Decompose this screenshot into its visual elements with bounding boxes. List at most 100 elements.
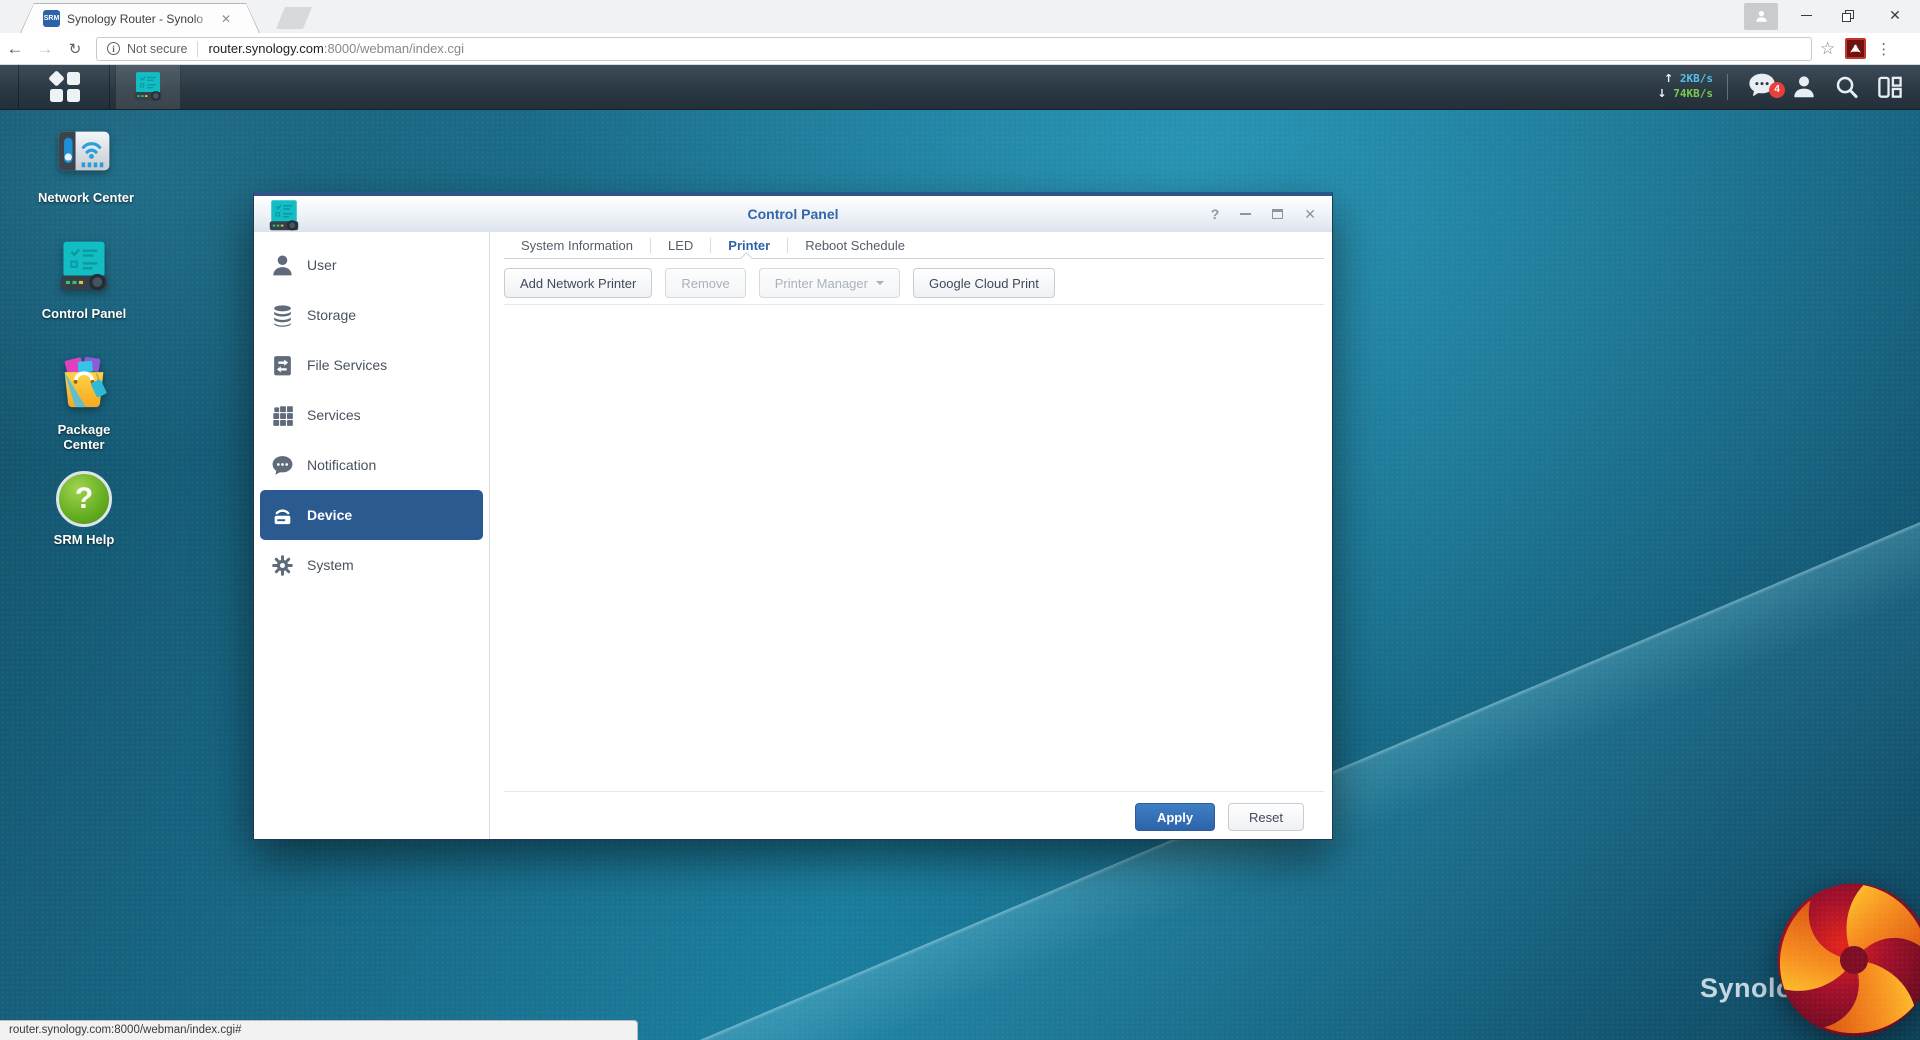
- tab-led[interactable]: LED: [651, 232, 710, 259]
- panel-tabs: System Information LED Printer Reboot Sc…: [504, 232, 922, 259]
- profile-person-icon: [1755, 10, 1767, 22]
- srm-taskbar: ↑ 2KB/s ↓ 74KB/s 4: [0, 65, 1920, 110]
- sidebar-item-label: Storage: [307, 307, 357, 323]
- srm-favicon: SRM: [43, 10, 60, 27]
- main-menu-button[interactable]: [20, 65, 110, 109]
- tab-underline: [504, 258, 1324, 259]
- sidebar-item-user[interactable]: User: [254, 240, 489, 290]
- browser-chrome: SRM Synology Router - Synolo ✕ ✕ ← → ↻ i…: [0, 0, 1920, 65]
- sidebar-item-label: System: [307, 557, 354, 573]
- sidebar-item-file-services[interactable]: File Services: [254, 340, 489, 390]
- notification-badge: 4: [1769, 81, 1785, 98]
- back-button[interactable]: ←: [0, 39, 30, 59]
- sidebar-item-label: User: [307, 257, 337, 273]
- desktop-icon-package-center[interactable]: Package Center: [38, 354, 130, 452]
- user-menu-button[interactable]: [1786, 65, 1822, 109]
- acrobat-glyph: [1850, 44, 1862, 53]
- synology-logo-ball: [1777, 883, 1920, 1037]
- window-title: Control Panel: [747, 206, 839, 222]
- sidebar-item-label: Services: [307, 407, 361, 423]
- upload-arrow-icon: ↑: [1664, 72, 1674, 85]
- browser-tab[interactable]: SRM Synology Router - Synolo ✕: [20, 3, 260, 33]
- control-panel-window: Control Panel ? ✕ User Storage File Serv…: [253, 192, 1333, 840]
- control-panel-icon: [61, 241, 107, 291]
- omnibox-divider: [197, 40, 199, 57]
- user-icon: [273, 254, 292, 275]
- printer-manager-label: Printer Manager: [774, 275, 868, 291]
- panel-help-button[interactable]: ?: [1211, 206, 1220, 222]
- printer-toolbar: Add Network Printer Remove Printer Manag…: [504, 268, 1055, 298]
- bookmark-star-icon[interactable]: ☆: [1820, 39, 1835, 59]
- tab-reboot-schedule[interactable]: Reboot Schedule: [788, 232, 922, 259]
- google-cloud-print-button[interactable]: Google Cloud Print: [912, 268, 1055, 298]
- remove-button: Remove: [665, 268, 746, 298]
- security-label: Not secure: [127, 41, 188, 56]
- panel-footer: Apply Reset: [1135, 803, 1304, 831]
- restore-icon: [1842, 9, 1854, 22]
- download-speed: 74KB/s: [1673, 87, 1713, 100]
- services-icon: [273, 405, 293, 426]
- upload-speed: 2KB/s: [1679, 72, 1713, 85]
- browser-toolbar: ← → ↻ i Not secure router.synology.com :…: [0, 33, 1920, 65]
- taskbar-edge-button[interactable]: [0, 65, 19, 109]
- refresh-button[interactable]: ↻: [60, 40, 90, 58]
- reset-button[interactable]: Reset: [1228, 803, 1304, 831]
- desktop-icon-network-center[interactable]: Network Center: [38, 122, 135, 205]
- network-center-icon: [58, 131, 110, 171]
- address-bar[interactable]: i Not secure router.synology.com :8000/w…: [96, 36, 1812, 61]
- taskbar-divider: [1727, 74, 1728, 100]
- system-gear-icon: [272, 554, 293, 576]
- sidebar-item-notification[interactable]: Notification: [254, 440, 489, 490]
- srm-desktop: ↑ 2KB/s ↓ 74KB/s 4 Network Center Contro…: [0, 65, 1920, 1040]
- user-icon: [1794, 76, 1814, 98]
- panel-minimize-button[interactable]: [1240, 213, 1252, 215]
- browser-profile-button[interactable]: [1744, 3, 1778, 30]
- minimize-icon: [1800, 14, 1812, 17]
- close-icon: ✕: [1889, 7, 1901, 23]
- taskbar-control-panel-button[interactable]: [115, 65, 181, 109]
- sidebar-item-system[interactable]: System: [254, 540, 489, 590]
- browser-menu-icon[interactable]: ⋮: [1876, 40, 1891, 58]
- desktop-icon-label: Package Center: [57, 422, 111, 452]
- app-launcher-icon: [47, 70, 80, 102]
- panel-maximize-button[interactable]: [1272, 209, 1284, 219]
- tab-system-information[interactable]: System Information: [504, 232, 650, 259]
- add-network-printer-button[interactable]: Add Network Printer: [504, 268, 653, 298]
- desktop-icon-label: Control Panel: [41, 306, 127, 321]
- desktop-icon-control-panel[interactable]: Control Panel: [38, 238, 130, 321]
- desktop-icon-srm-help[interactable]: ? SRM Help: [38, 470, 130, 547]
- apply-button[interactable]: Apply: [1135, 803, 1215, 831]
- sidebar-item-device[interactable]: Device: [260, 490, 483, 540]
- adobe-extension-icon[interactable]: [1845, 38, 1867, 59]
- control-panel-icon: [134, 72, 162, 101]
- sidebar-item-services[interactable]: Services: [254, 390, 489, 440]
- window-minimize-button[interactable]: [1786, 0, 1826, 31]
- footer-separator: [504, 791, 1324, 792]
- window-close-button[interactable]: ✕: [1875, 0, 1915, 31]
- panel-content: System Information LED Printer Reboot Sc…: [490, 232, 1332, 839]
- notification-icon: [272, 455, 293, 475]
- window-restore-button[interactable]: [1828, 0, 1868, 31]
- storage-icon: [274, 304, 291, 327]
- forward-button: →: [36, 38, 54, 58]
- browser-tabstrip: SRM Synology Router - Synolo ✕ ✕: [0, 0, 1920, 33]
- widgets-icon: [1877, 76, 1902, 98]
- search-button[interactable]: [1828, 65, 1864, 109]
- url-host: router.synology.com: [208, 41, 324, 56]
- info-icon[interactable]: i: [107, 42, 120, 55]
- sidebar-item-storage[interactable]: Storage: [254, 290, 489, 340]
- desktop-icon-label: Network Center: [38, 190, 135, 205]
- desktop-icon-label: SRM Help: [53, 532, 115, 547]
- toolbar-separator: [504, 304, 1324, 305]
- dropdown-caret-icon: [875, 281, 884, 285]
- window-titlebar[interactable]: Control Panel ? ✕: [254, 196, 1332, 232]
- search-icon: [1836, 76, 1858, 98]
- widgets-button[interactable]: [1870, 65, 1908, 109]
- tab-close-icon[interactable]: ✕: [221, 12, 231, 26]
- device-icon: [274, 509, 291, 524]
- panel-close-button[interactable]: ✕: [1304, 206, 1316, 223]
- notifications-button[interactable]: 4: [1742, 65, 1785, 109]
- network-speeds: ↑ 2KB/s ↓ 74KB/s: [1638, 71, 1713, 101]
- new-tab-button[interactable]: [276, 7, 312, 29]
- url-path: :8000/webman/index.cgi: [323, 41, 465, 56]
